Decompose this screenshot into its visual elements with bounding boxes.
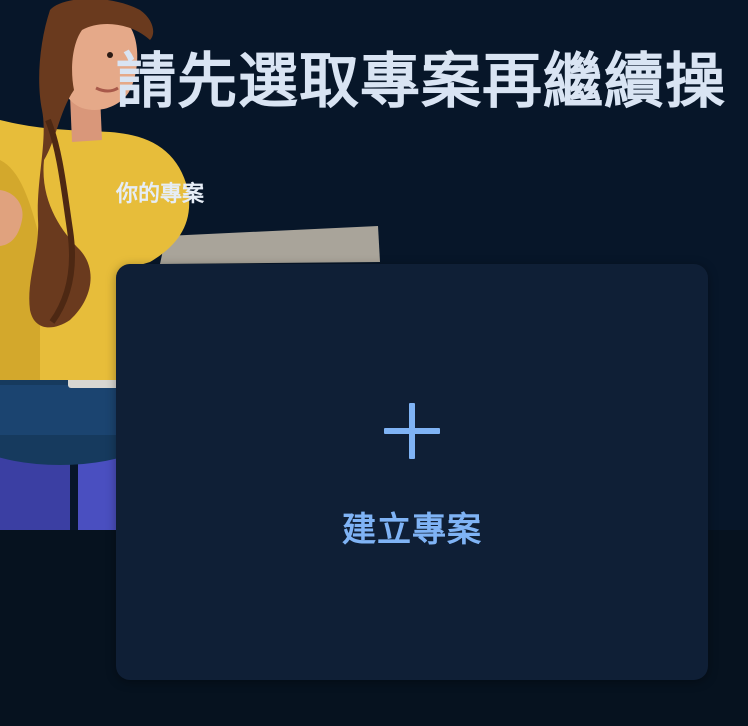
page-title: 請先選取專案再繼續操 [116, 47, 726, 117]
plus-icon [384, 403, 440, 459]
create-project-label: 建立專案 [342, 510, 482, 550]
your-projects-label: 你的專案 [116, 182, 205, 207]
create-project-card[interactable]: 建立專案 [116, 264, 708, 680]
project-picker-page: 請先選取專案再繼續操 你的專案 建立專案 [0, 0, 748, 726]
